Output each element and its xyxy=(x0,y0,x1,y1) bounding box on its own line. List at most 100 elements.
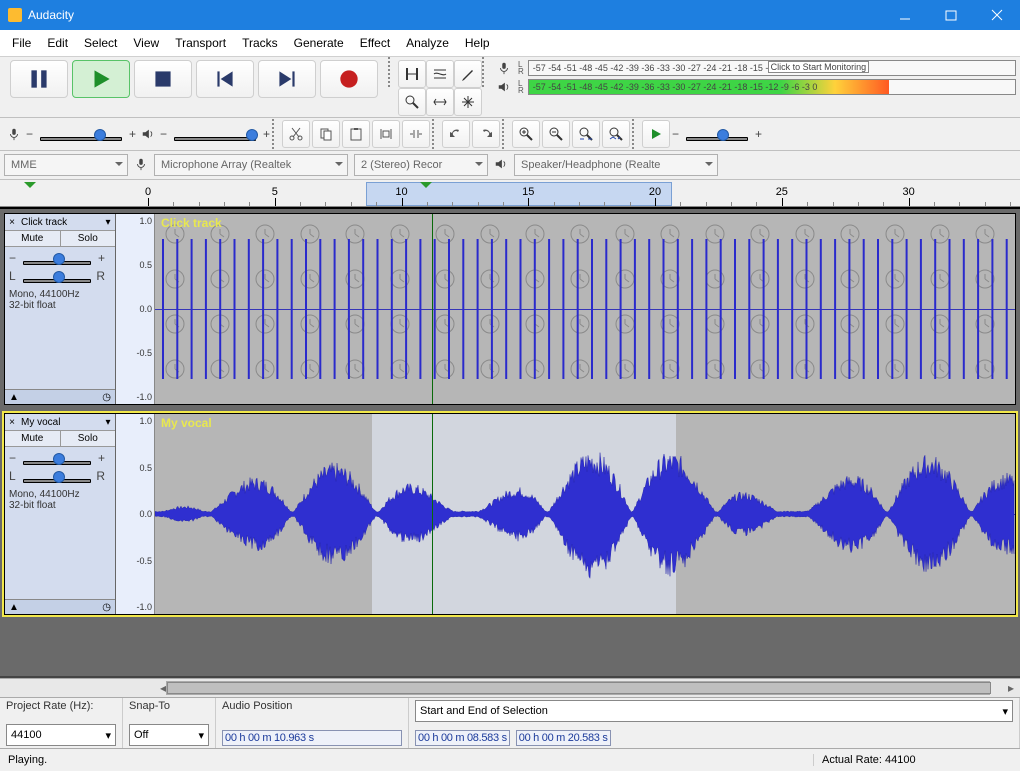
waveform-click[interactable]: Click track xyxy=(155,214,1015,404)
zoom-in-button[interactable] xyxy=(512,120,540,148)
envelope-tool[interactable] xyxy=(426,60,454,88)
clip-title: Click track xyxy=(161,216,222,230)
play-at-speed-button[interactable] xyxy=(642,120,670,148)
skip-end-button[interactable] xyxy=(258,60,316,98)
menu-analyze[interactable]: Analyze xyxy=(398,30,457,56)
silence-button[interactable] xyxy=(402,120,430,148)
record-level-meter[interactable]: -57 -54 -51 -48 -45 -42 -39 -36 -33 -30 … xyxy=(528,60,1016,76)
main-toolbar-area: LR -57 -54 -51 -48 -45 -42 -39 -36 -33 -… xyxy=(0,57,1020,118)
audio-position-value[interactable]: 00 h 00 m 10.963 s xyxy=(222,730,402,746)
mute-button[interactable]: Mute xyxy=(5,431,61,446)
mute-button[interactable]: Mute xyxy=(5,231,61,246)
fit-selection-button[interactable] xyxy=(572,120,600,148)
track-menu-button[interactable]: ▾ xyxy=(101,217,115,228)
snap-to-label: Snap-To xyxy=(129,700,209,712)
playback-meter-speaker-icon[interactable] xyxy=(494,78,514,96)
output-device-combo[interactable]: Speaker/Headphone (Realte xyxy=(514,154,718,176)
menu-file[interactable]: File xyxy=(4,30,39,56)
cut-button[interactable] xyxy=(282,120,310,148)
trim-button[interactable] xyxy=(372,120,400,148)
audio-host-combo[interactable]: MME xyxy=(4,154,128,176)
track-close-button[interactable]: × xyxy=(5,217,19,228)
input-device-combo[interactable]: Microphone Array (Realtek xyxy=(154,154,348,176)
undo-button[interactable] xyxy=(442,120,470,148)
collapse-icon[interactable]: ▲ xyxy=(9,602,19,613)
stop-button[interactable] xyxy=(134,60,192,98)
track-name-label[interactable]: Click track xyxy=(19,217,101,228)
project-rate-combo[interactable]: 44100▾ xyxy=(6,724,116,746)
status-bar: Playing. Actual Rate: 44100 xyxy=(0,748,1020,771)
solo-button[interactable]: Solo xyxy=(61,431,116,446)
collapse-icon[interactable]: ▲ xyxy=(9,392,19,403)
playback-level-meter[interactable]: -57 -54 -51 -48 -45 -42 -39 -36 -33 -30 … xyxy=(528,79,1016,95)
timeshift-tool[interactable] xyxy=(426,88,454,116)
pause-button[interactable] xyxy=(10,60,68,98)
app-icon xyxy=(8,8,22,22)
track-gain-slider[interactable]: −+ xyxy=(9,451,105,465)
selection-tool[interactable] xyxy=(398,60,426,88)
draw-tool[interactable] xyxy=(454,60,482,88)
track-gain-slider[interactable]: −+ xyxy=(9,251,105,265)
horizontal-scrollbar[interactable]: ◂ ▸ xyxy=(0,678,1020,697)
window-title: Audacity xyxy=(28,8,882,22)
window-maximize-button[interactable] xyxy=(928,0,974,30)
window-close-button[interactable] xyxy=(974,0,1020,30)
quick-play-head-icon[interactable] xyxy=(24,182,36,194)
track-pan-slider[interactable]: LR xyxy=(9,469,105,483)
menu-select[interactable]: Select xyxy=(76,30,125,56)
sync-lock-icon[interactable]: ◷ xyxy=(102,602,111,613)
playback-meter-scale: -57 -54 -51 -48 -45 -42 -39 -36 -33 -30 … xyxy=(529,82,818,92)
track-name-label[interactable]: My vocal xyxy=(19,417,101,428)
vertical-scale[interactable]: 1.00.50.0-0.5-1.0 xyxy=(116,414,155,614)
fit-project-button[interactable] xyxy=(602,120,630,148)
playback-volume-slider[interactable]: −+ xyxy=(160,127,270,141)
track-close-button[interactable]: × xyxy=(5,417,19,428)
vertical-scale[interactable]: 1.00.50.0-0.5-1.0 xyxy=(116,214,155,404)
waveform-vocal[interactable]: My vocal xyxy=(155,414,1015,614)
paste-button[interactable] xyxy=(342,120,370,148)
start-monitoring-label[interactable]: Click to Start Monitoring xyxy=(768,61,870,73)
solo-button[interactable]: Solo xyxy=(61,231,116,246)
redo-button[interactable] xyxy=(472,120,500,148)
play-button[interactable] xyxy=(72,60,130,98)
clip-title: My vocal xyxy=(161,416,212,430)
menu-generate[interactable]: Generate xyxy=(286,30,352,56)
menu-help[interactable]: Help xyxy=(457,30,498,56)
window-titlebar: Audacity xyxy=(0,0,1020,30)
skip-start-button[interactable] xyxy=(196,60,254,98)
selection-mode-combo[interactable]: Start and End of Selection▾ xyxy=(415,700,1013,722)
record-meter-mic-icon[interactable] xyxy=(494,59,514,77)
track-header-vocal: × My vocal ▾ Mute Solo −+ LR Mono, 44100… xyxy=(5,414,116,614)
track-menu-button[interactable]: ▾ xyxy=(101,417,115,428)
menu-effect[interactable]: Effect xyxy=(352,30,398,56)
record-button[interactable] xyxy=(320,60,378,98)
device-toolbar: MME Microphone Array (Realtek 2 (Stereo)… xyxy=(0,151,1020,180)
selection-start-value[interactable]: 00 h 00 m 08.583 s xyxy=(415,730,510,746)
menu-edit[interactable]: Edit xyxy=(39,30,76,56)
selection-end-value[interactable]: 00 h 00 m 20.583 s xyxy=(516,730,611,746)
input-device-icon xyxy=(134,157,148,174)
zoom-out-button[interactable] xyxy=(542,120,570,148)
timeline-ruler[interactable]: 051015202530 xyxy=(0,180,1020,207)
output-device-icon xyxy=(494,157,508,174)
record-volume-slider[interactable]: −+ xyxy=(26,127,136,141)
copy-button[interactable] xyxy=(312,120,340,148)
status-actual-rate: Actual Rate: 44100 xyxy=(813,754,1020,766)
status-message: Playing. xyxy=(0,754,813,766)
zoom-tool[interactable] xyxy=(398,88,426,116)
audio-position-label: Audio Position xyxy=(222,700,402,712)
track-click: × Click track ▾ Mute Solo −+ LR Mono, 44… xyxy=(4,213,1016,405)
menu-view[interactable]: View xyxy=(125,30,167,56)
track-format-label: Mono, 44100Hz32-bit float xyxy=(5,487,115,513)
sync-lock-icon[interactable]: ◷ xyxy=(102,392,111,403)
record-channels-combo[interactable]: 2 (Stereo) Recor xyxy=(354,154,488,176)
playback-speed-slider[interactable]: −+ xyxy=(672,127,762,141)
selection-bar: Project Rate (Hz): 44100▾ Snap-To Off▾ A… xyxy=(0,697,1020,748)
track-header-click: × Click track ▾ Mute Solo −+ LR Mono, 44… xyxy=(5,214,116,404)
menu-tracks[interactable]: Tracks xyxy=(234,30,286,56)
track-pan-slider[interactable]: LR xyxy=(9,269,105,283)
snap-to-combo[interactable]: Off▾ xyxy=(129,724,209,746)
menu-transport[interactable]: Transport xyxy=(167,30,234,56)
multi-tool[interactable] xyxy=(454,88,482,116)
window-minimize-button[interactable] xyxy=(882,0,928,30)
